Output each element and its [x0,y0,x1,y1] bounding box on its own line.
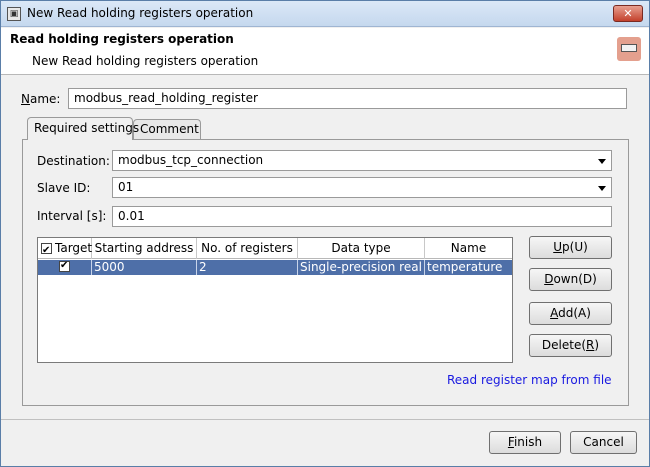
dialog-header: Read holding registers operation New Rea… [1,28,649,75]
interval-input[interactable]: 0.01 [112,206,612,227]
up-button[interactable]: Up(U) [529,236,612,259]
chevron-down-icon [598,159,606,164]
table-row[interactable]: 5000 2 Single-precision real temperature [38,259,512,275]
col-no-of-registers[interactable]: No. of registers [197,238,298,259]
name-input[interactable]: modbus_read_holding_register [68,88,627,109]
delete-button[interactable]: Delete(R) [529,334,612,357]
read-register-map-link[interactable]: Read register map from file [447,373,612,387]
row-starting-address: 5000 [92,260,197,275]
footer-divider [1,419,649,420]
col-data-type[interactable]: Data type [298,238,425,259]
chevron-down-icon [598,186,606,191]
name-label: Name: [21,92,61,106]
col-starting-address[interactable]: Starting address [92,238,197,259]
slave-id-select[interactable]: 01 [112,177,612,198]
row-data-type: Single-precision real [298,260,425,275]
device-icon [617,37,641,61]
col-target[interactable]: Target [38,238,92,261]
tab-comment[interactable]: Comment [133,119,201,139]
close-button[interactable]: ✕ [613,5,643,22]
app-icon: ▣ [7,7,21,21]
register-table: Target Starting address No. of registers… [37,237,513,363]
interval-label: Interval [s]: [37,209,107,223]
slave-id-label: Slave ID: [37,181,91,195]
destination-value: modbus_tcp_connection [118,153,264,167]
add-button[interactable]: Add(A) [529,302,612,325]
row-target-checkbox[interactable] [59,259,70,273]
row-target-cell [38,259,92,275]
down-button[interactable]: Down(D) [529,268,612,291]
header-subtitle: New Read holding registers operation [32,54,259,68]
select-all-checkbox[interactable] [41,241,52,261]
finish-button[interactable]: Finish [489,431,561,454]
cancel-button[interactable]: Cancel [570,431,637,454]
tab-required-settings[interactable]: Required settings [27,117,139,140]
dialog-window: ▣ New Read holding registers operation ✕… [0,0,650,467]
row-name: temperature [427,260,503,274]
slave-id-value: 01 [118,180,134,194]
destination-label: Destination: [37,154,110,168]
col-name[interactable]: Name [425,238,512,259]
title-bar: ▣ New Read holding registers operation ✕ [1,1,649,27]
window-title: New Read holding registers operation [27,6,254,20]
destination-select[interactable]: modbus_tcp_connection [112,150,612,171]
table-header: Target Starting address No. of registers… [38,238,512,261]
row-registers: 2 [197,260,298,275]
header-title: Read holding registers operation [10,32,234,46]
